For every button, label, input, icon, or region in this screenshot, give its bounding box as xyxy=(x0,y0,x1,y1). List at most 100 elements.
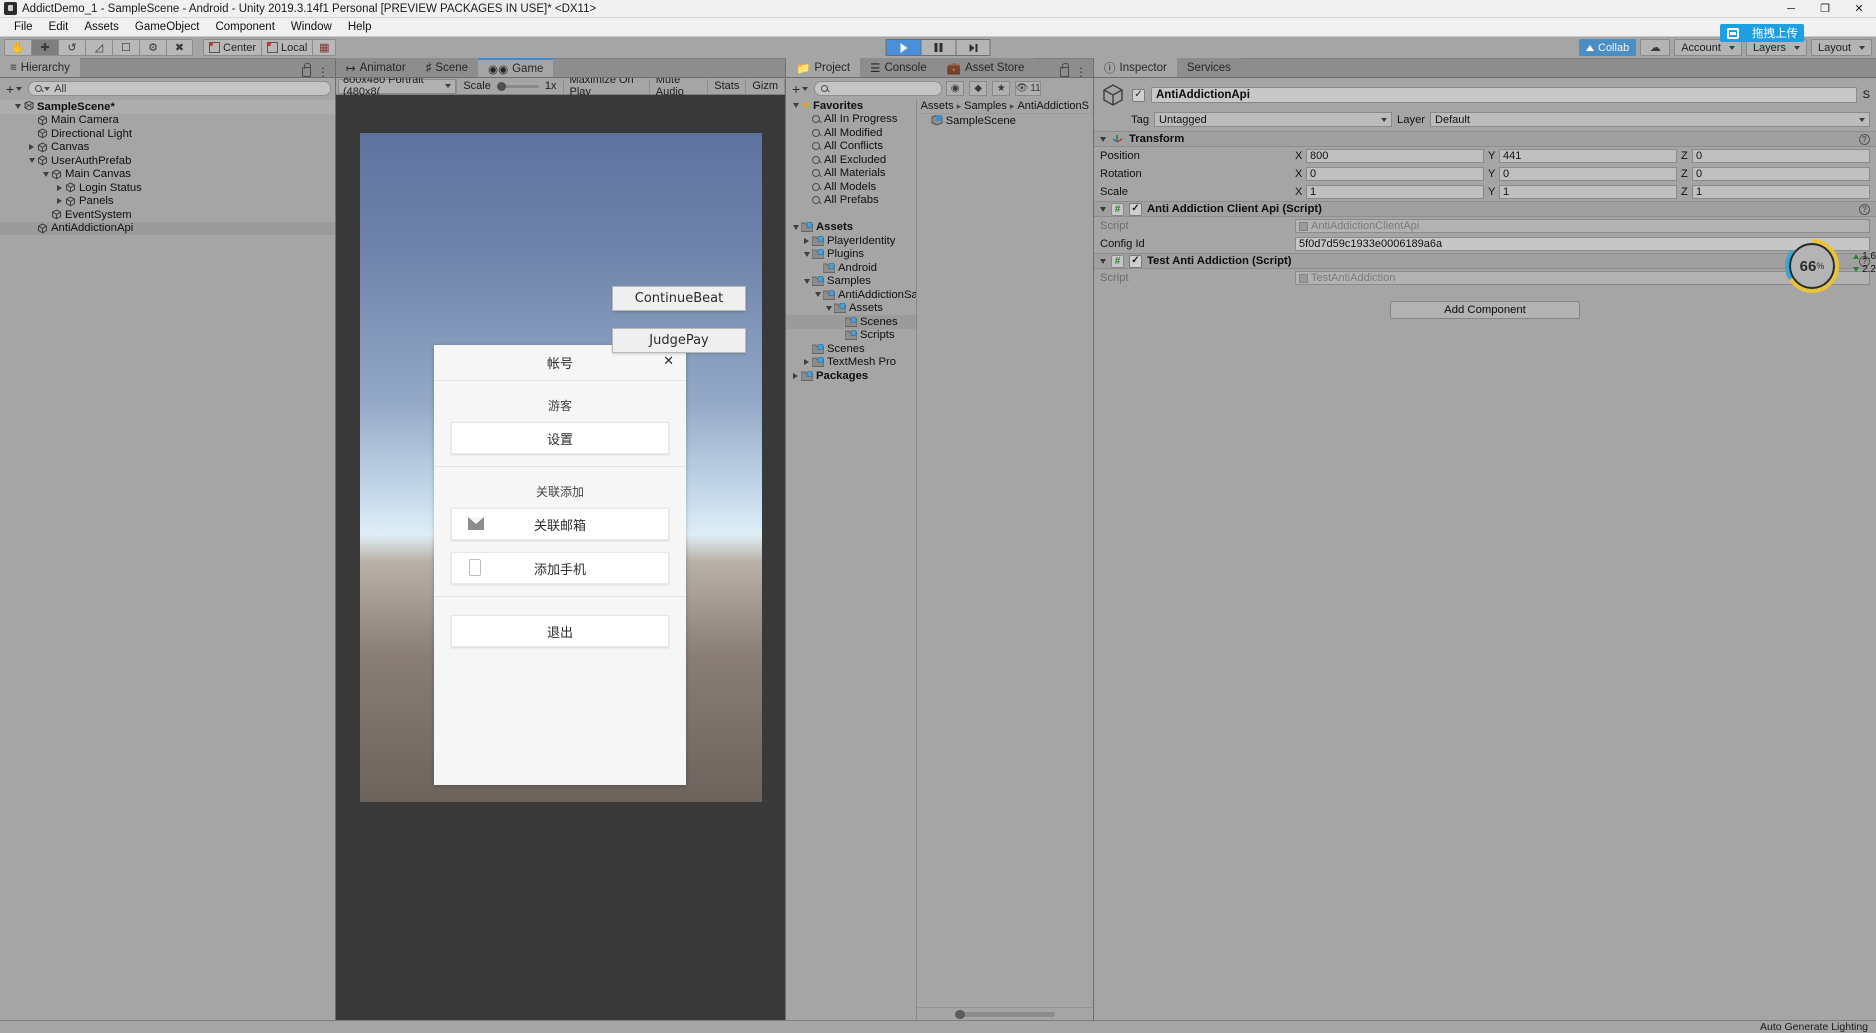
grid-snap-icon[interactable]: ▦ xyxy=(312,39,337,56)
project-item-all-models[interactable]: All Models xyxy=(786,180,916,194)
hand-tool-icon[interactable]: ✋ xyxy=(4,39,31,56)
project-item-all-prefabs[interactable]: All Prefabs xyxy=(786,194,916,208)
rotation-z-field[interactable]: 0 xyxy=(1692,167,1870,181)
menu-assets[interactable]: Assets xyxy=(76,18,127,37)
add-phone-button[interactable]: 添加手机 xyxy=(451,552,669,584)
menu-help[interactable]: Help xyxy=(340,18,380,37)
menu-component[interactable]: Component xyxy=(207,18,282,37)
hierarchy-item-main-canvas[interactable]: Main Canvas xyxy=(0,168,335,182)
minimize-button[interactable]: ─ xyxy=(1774,0,1808,18)
pivot-mode-button[interactable]: Center xyxy=(203,39,262,56)
scale-slider-knob[interactable] xyxy=(496,81,506,91)
help-icon[interactable]: ? xyxy=(1859,203,1870,215)
hierarchy-item-login-status[interactable]: Login Status xyxy=(0,181,335,195)
rotate-tool-icon[interactable]: ↺ xyxy=(58,39,85,56)
project-item-plugins[interactable]: Plugins xyxy=(786,248,916,262)
project-item-android[interactable]: Android xyxy=(786,261,916,275)
project-item-favorites[interactable]: ★ Favorites xyxy=(786,99,916,113)
project-item-scenes[interactable]: Scenes xyxy=(786,342,916,356)
hierarchy-item-eventsystem[interactable]: EventSystem xyxy=(0,208,335,222)
filter-by-label-icon[interactable]: ◆ xyxy=(969,81,988,96)
component-header-test-anti-addiction-script[interactable]: #Test Anti Addiction (Script)? xyxy=(1094,253,1876,269)
filter-by-type-icon[interactable]: ◉ xyxy=(946,81,965,96)
lock-icon[interactable] xyxy=(302,63,311,77)
stats-toggle[interactable]: Stats xyxy=(708,78,747,94)
upload-badge[interactable]: 拖拽上传 xyxy=(1720,24,1804,42)
project-item-all-excluded[interactable]: All Excluded xyxy=(786,153,916,167)
project-item-scripts[interactable]: Scripts xyxy=(786,329,916,343)
script-field[interactable]: AntiAddictionClientApi xyxy=(1295,219,1870,233)
close-icon[interactable]: ✕ xyxy=(663,354,674,369)
menu-file[interactable]: File xyxy=(6,18,41,37)
project-item-samples[interactable]: Samples xyxy=(786,275,916,289)
settings-button[interactable]: 设置 xyxy=(451,422,669,454)
breadcrumb-antiaddiction[interactable]: AntiAddictionS xyxy=(1017,100,1089,112)
asset-list[interactable]: SampleScene xyxy=(917,114,1093,1007)
create-asset-button[interactable]: + xyxy=(790,81,810,97)
continuebeat-button[interactable]: ContinueBeat xyxy=(612,286,746,311)
tab-animator[interactable]: ↦ Animator xyxy=(336,58,416,77)
project-item-textmesh-pro[interactable]: TextMesh Pro xyxy=(786,356,916,370)
project-search-input[interactable] xyxy=(814,81,943,96)
judgepay-button[interactable]: JudgePay xyxy=(612,328,746,353)
scale-slider[interactable] xyxy=(496,81,539,91)
link-email-button[interactable]: 关联邮箱 xyxy=(451,508,669,540)
step-button[interactable] xyxy=(955,39,991,56)
hierarchy-item-panels[interactable]: Panels xyxy=(0,195,335,209)
asset-item-samplescene[interactable]: SampleScene xyxy=(917,114,1093,128)
object-name-field[interactable]: AntiAddictionApi xyxy=(1151,87,1857,103)
collab-button[interactable]: Collab xyxy=(1579,39,1637,56)
tab-services[interactable]: Services xyxy=(1176,58,1241,77)
tag-dropdown[interactable]: Untagged xyxy=(1154,112,1393,127)
project-item-antiaddictionsam[interactable]: AntiAddictionSam xyxy=(786,288,916,302)
rotation-x-field[interactable]: 0 xyxy=(1306,167,1484,181)
project-folder-tree[interactable]: ★ Favorites All In Progress All Modified All… xyxy=(786,99,917,1020)
project-item-playeridentity[interactable]: PlayerIdentity xyxy=(786,234,916,248)
add-component-button[interactable]: Add Component xyxy=(1390,301,1580,319)
component-header-anti-addiction-client-api-script[interactable]: # Anti Addiction Client Api (Script)? xyxy=(1094,201,1876,217)
rect-tool-icon[interactable]: ☐ xyxy=(112,39,139,56)
position-z-field[interactable]: 0 xyxy=(1692,149,1870,163)
cloud-button[interactable]: ☁ xyxy=(1640,39,1671,56)
scrollbar-track[interactable] xyxy=(954,1009,1055,1019)
resolution-dropdown[interactable]: 800x480 Portrait (480x8( xyxy=(338,74,457,98)
hierarchy-item-userauthprefab[interactable]: UserAuthPrefab xyxy=(0,154,335,168)
game-view-canvas[interactable]: 帐号 ✕ 游客 设置 关联添加 关联邮箱 添加手机 退出 ContinueBea… xyxy=(336,95,785,1020)
tab-asset-store[interactable]: 💼 Asset Store xyxy=(936,58,1035,77)
menu-window[interactable]: Window xyxy=(283,18,340,37)
collapse-arrow-icon[interactable] xyxy=(1100,136,1106,142)
create-object-button[interactable]: + xyxy=(4,81,24,97)
maximize-button[interactable]: ❐ xyxy=(1808,0,1842,18)
scale-control[interactable]: Scale 1x xyxy=(456,78,564,94)
layer-dropdown[interactable]: Default xyxy=(1430,112,1870,127)
hierarchy-item-samplescene[interactable]: SampleScene* xyxy=(0,100,335,114)
position-y-field[interactable]: 441 xyxy=(1499,149,1677,163)
transform-component-header[interactable]: Transform ? xyxy=(1094,131,1876,147)
tab-console[interactable]: ☰ Console xyxy=(860,58,937,77)
more-options-icon[interactable]: ⋮ xyxy=(1075,66,1087,78)
project-item-all-conflicts[interactable]: All Conflicts xyxy=(786,140,916,154)
project-item-assets[interactable]: Assets xyxy=(786,221,916,235)
hierarchy-item-canvas[interactable]: Canvas xyxy=(0,141,335,155)
lock-icon[interactable] xyxy=(1060,63,1069,77)
maximize-on-play-toggle[interactable]: Maximize On Play xyxy=(564,74,650,98)
scale-z-field[interactable]: 1 xyxy=(1692,185,1870,199)
breadcrumb-samples[interactable]: Samples xyxy=(964,100,1007,112)
rotation-y-field[interactable]: 0 xyxy=(1499,167,1677,181)
logout-button[interactable]: 退出 xyxy=(451,615,669,647)
menu-gameobject[interactable]: GameObject xyxy=(127,18,208,37)
visible-count[interactable]: 👁 11 xyxy=(1015,81,1042,96)
component-enabled-checkbox[interactable] xyxy=(1129,202,1142,216)
collapse-arrow-icon[interactable] xyxy=(1100,258,1106,264)
tab-inspector[interactable]: ⓘ Inspector xyxy=(1094,58,1177,77)
breadcrumb-assets[interactable]: Assets xyxy=(921,100,954,112)
project-item-packages[interactable]: Packages xyxy=(786,369,916,383)
scale-y-field[interactable]: 1 xyxy=(1499,185,1677,199)
hierarchy-search-input[interactable]: All xyxy=(28,81,331,96)
project-item-assets[interactable]: Assets xyxy=(786,302,916,316)
more-options-icon[interactable]: ⋮ xyxy=(317,66,329,78)
layout-dropdown[interactable]: Layout xyxy=(1810,39,1872,56)
menu-edit[interactable]: Edit xyxy=(41,18,77,37)
help-icon[interactable]: ? xyxy=(1859,133,1870,145)
project-item-all-materials[interactable]: All Materials xyxy=(786,167,916,181)
